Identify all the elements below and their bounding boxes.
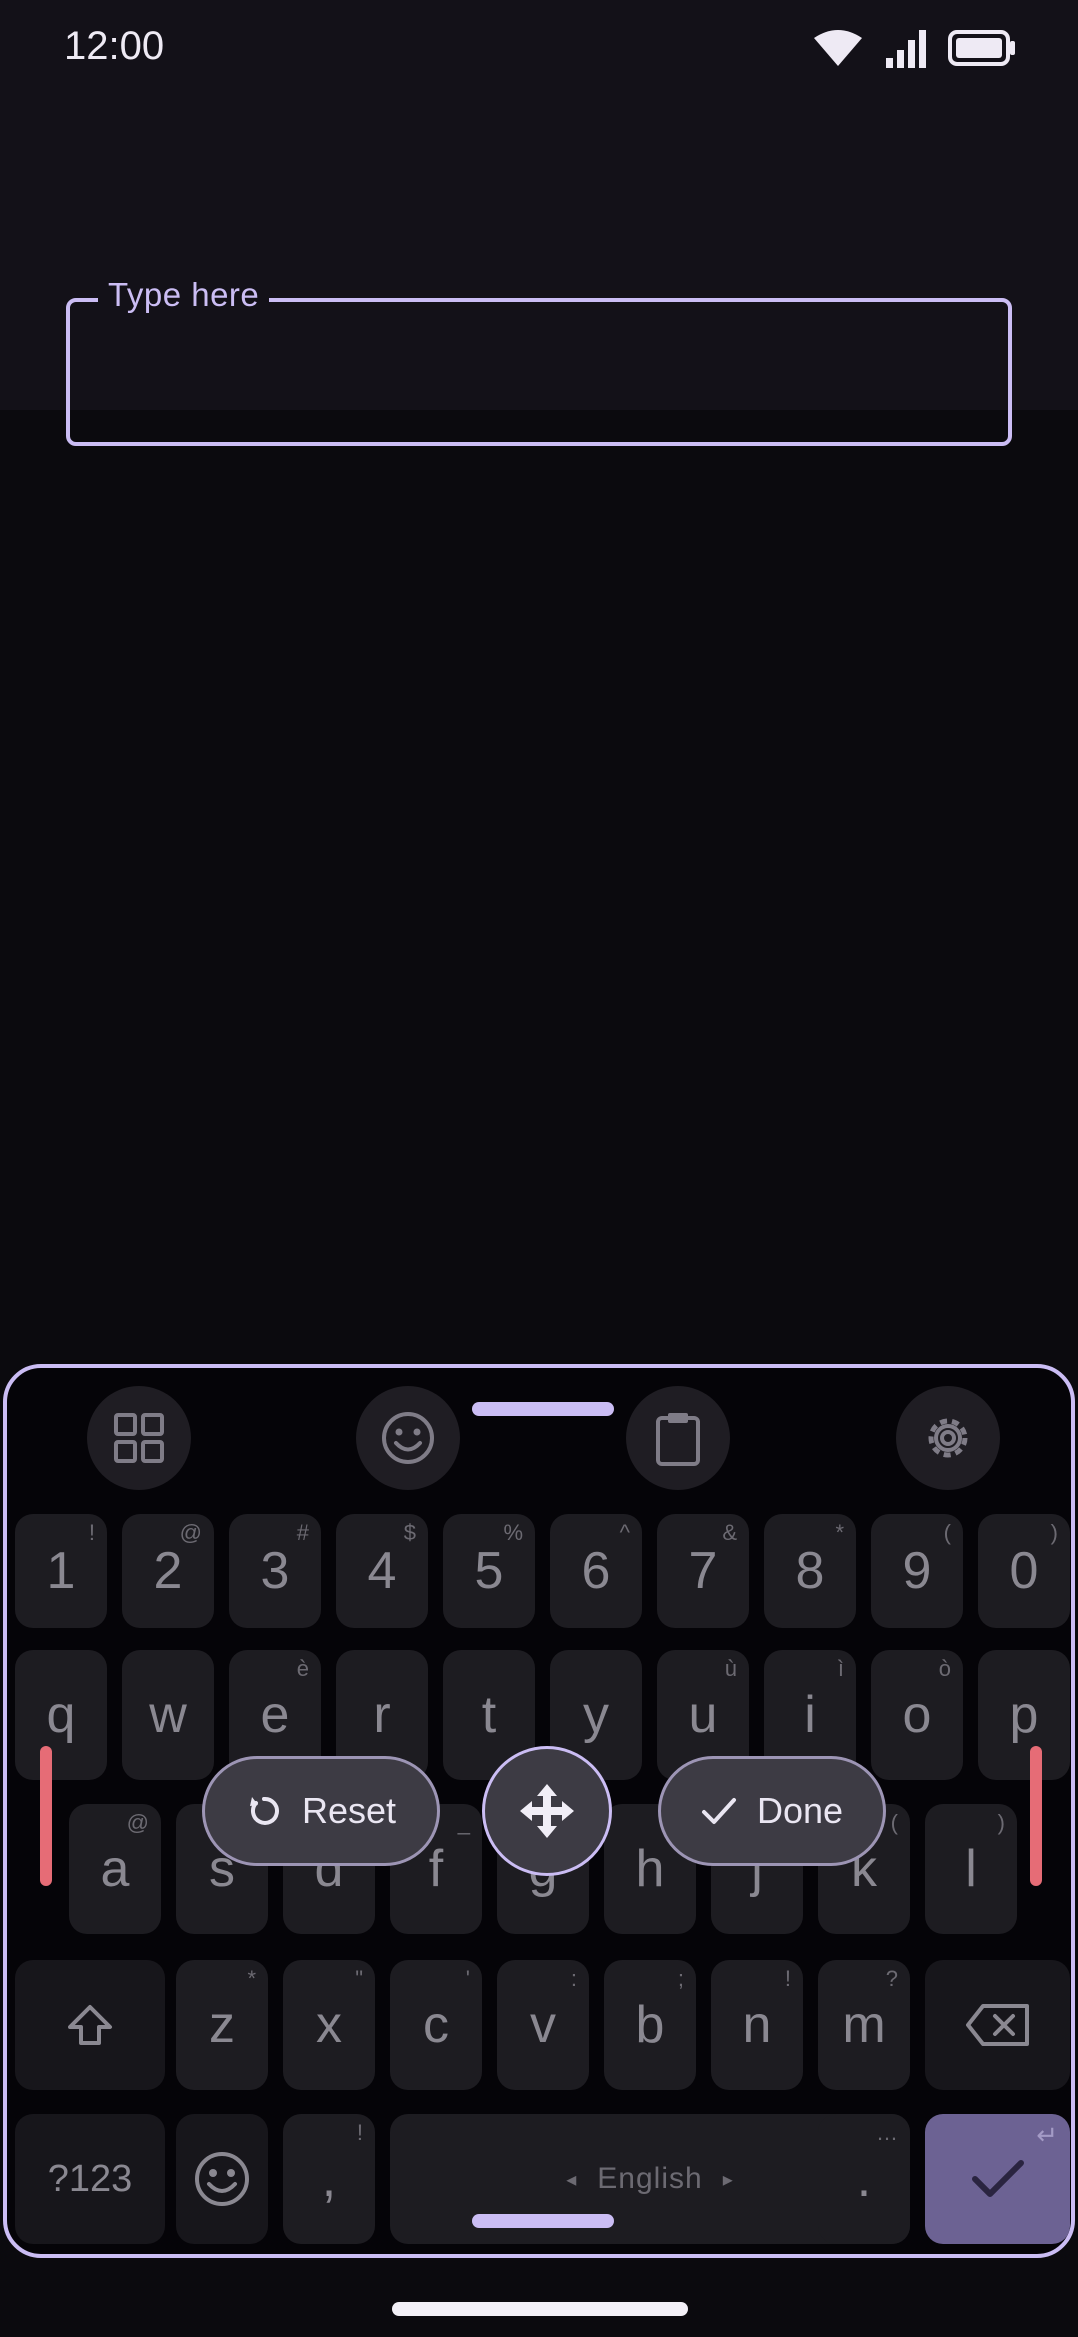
key-8[interactable]: 8 * (764, 1514, 856, 1628)
home-gesture-bar[interactable] (392, 2302, 688, 2316)
apps-grid-icon (114, 1413, 164, 1463)
signal-icon (886, 30, 926, 68)
emoji-icon (382, 1412, 434, 1464)
enter-hint: ↵ (1036, 2120, 1058, 2150)
check-icon (701, 1798, 736, 1824)
reset-label: Reset (301, 1790, 397, 1831)
backspace-icon (965, 2004, 1029, 2046)
key-3[interactable]: 3 # (229, 1514, 321, 1628)
shift-arrow-icon (68, 2005, 112, 2045)
key-2[interactable]: 2 @ (122, 1514, 214, 1628)
key-7[interactable]: 7 & (657, 1514, 749, 1628)
emoji-button[interactable] (356, 1386, 460, 1490)
key-w[interactable]: w (122, 1650, 214, 1780)
key-6[interactable]: 6 ^ (550, 1514, 642, 1628)
key-a[interactable]: a @ (69, 1804, 161, 1934)
keyboard-drag-handle-bottom[interactable] (472, 2214, 614, 2228)
key-v[interactable]: v: (497, 1960, 589, 2090)
key-p[interactable]: p (978, 1650, 1070, 1780)
key-m[interactable]: m? (818, 1960, 910, 2090)
space-left-arrow: ◂ (566, 2168, 578, 2191)
text-input-field[interactable]: Type here (66, 276, 1012, 446)
keyboard-drag-handle-top[interactable] (472, 1402, 614, 1416)
key-4[interactable]: 4 $ (336, 1514, 428, 1628)
clipboard-icon (656, 1413, 700, 1466)
space-right-arrow: ▸ (722, 2168, 734, 2191)
keyboard-panel: 1! 2 @ 3 # 4 $ 5% 6 ^ 7 & 8 * 9( 0) q w eè r t… (3, 1364, 1075, 2258)
key-5[interactable]: 5% (443, 1514, 535, 1628)
settings-button[interactable] (896, 1386, 1000, 1490)
key-o[interactable]: oò (871, 1650, 963, 1780)
key-b[interactable]: b; (604, 1960, 696, 2090)
period-key[interactable]: .… (818, 2114, 910, 2244)
done-label: Done (756, 1790, 844, 1831)
shift-key[interactable] (15, 1960, 165, 2090)
key-1[interactable]: 1! (15, 1514, 107, 1628)
status-bar: 12:00 (0, 0, 1078, 100)
battery-icon (948, 30, 1015, 66)
space-language-label: English (597, 2162, 703, 2195)
reset-button[interactable]: Reset (202, 1756, 440, 1866)
key-0[interactable]: 0) (978, 1514, 1070, 1628)
status-icons (814, 30, 1015, 68)
checkmark-icon (971, 2160, 1024, 2197)
key-9[interactable]: 9( (871, 1514, 963, 1628)
move-arrows-icon (520, 1784, 574, 1838)
key-x[interactable]: x " (283, 1960, 375, 2090)
key-l[interactable]: l) (925, 1804, 1017, 1934)
emoji-key[interactable] (176, 2114, 268, 2244)
backspace-key[interactable] (925, 1960, 1070, 2090)
text-field-label: Type here (98, 276, 270, 314)
clipboard-button[interactable] (626, 1386, 730, 1490)
enter-key[interactable]: ↵ (925, 2114, 1070, 2244)
comma-key[interactable]: ,! (283, 2114, 375, 2244)
left-resize-handle[interactable] (40, 1746, 52, 1886)
key-c[interactable]: c ' (390, 1960, 482, 2090)
wifi-icon (814, 30, 862, 66)
key-z[interactable]: z * (176, 1960, 268, 2090)
move-keyboard-button[interactable] (482, 1746, 612, 1876)
key-n[interactable]: n! (711, 1960, 803, 2090)
status-time: 12:00 (64, 24, 165, 68)
apps-grid-button[interactable] (87, 1386, 191, 1490)
key-q[interactable]: q (15, 1650, 107, 1780)
done-button[interactable]: Done (658, 1756, 886, 1866)
symbols-key[interactable]: ?123 (15, 2114, 165, 2244)
settings-gear-icon (928, 1418, 968, 1458)
emoji-icon (195, 2152, 249, 2206)
reset-icon (249, 1796, 279, 1825)
right-resize-handle[interactable] (1030, 1746, 1042, 1886)
